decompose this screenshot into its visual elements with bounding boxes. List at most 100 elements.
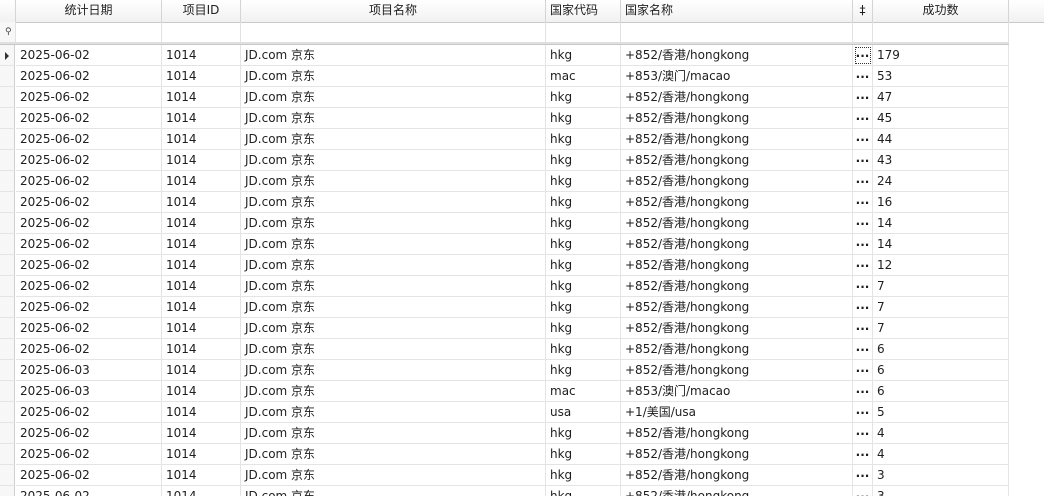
cell-country-name[interactable]: +852/香港/hongkong (621, 444, 853, 465)
row-indicator[interactable] (0, 402, 15, 423)
row-indicator[interactable] (0, 192, 15, 213)
cell-country-name[interactable]: +852/香港/hongkong (621, 129, 853, 150)
cell-success-count[interactable]: 6 (873, 339, 1009, 360)
cell-country-name[interactable]: +852/香港/hongkong (621, 108, 853, 129)
column-header-country-code[interactable]: 国家代码 (546, 0, 621, 22)
table-row[interactable]: 2025-06-02 1014 JD.com 京东 hkg +852/香港/hongko… (0, 297, 1009, 318)
cell-date[interactable]: 2025-06-02 (16, 255, 162, 276)
cell-country-code[interactable]: hkg (546, 87, 621, 108)
cell-date[interactable]: 2025-06-02 (16, 402, 162, 423)
row-indicator[interactable] (0, 486, 15, 496)
cell-project-id[interactable]: 1014 (162, 444, 241, 465)
table-row[interactable]: 2025-06-03 1014 JD.com 京东 mac +853/澳门/macao.… (0, 381, 1009, 402)
cell-project-id[interactable]: 1014 (162, 381, 241, 402)
cell-project-name[interactable]: JD.com 京东 (241, 297, 546, 318)
cell-country-name[interactable]: +853/澳门/macao (621, 381, 853, 402)
cell-narrow[interactable]: ... (853, 129, 873, 150)
cell-date[interactable]: 2025-06-02 (16, 108, 162, 129)
cell-country-code[interactable]: hkg (546, 192, 621, 213)
cell-country-name[interactable]: +852/香港/hongkong (621, 87, 853, 108)
cell-country-name[interactable]: +852/香港/hongkong (621, 297, 853, 318)
row-indicator[interactable] (0, 129, 15, 150)
cell-narrow[interactable]: ... (853, 45, 873, 66)
cell-date[interactable]: 2025-06-02 (16, 465, 162, 486)
cell-country-code[interactable]: hkg (546, 360, 621, 381)
row-indicator[interactable] (0, 108, 15, 129)
cell-success-count[interactable]: 14 (873, 234, 1009, 255)
cell-project-name[interactable]: JD.com 京东 (241, 129, 546, 150)
cell-country-code[interactable]: hkg (546, 423, 621, 444)
cell-date[interactable]: 2025-06-02 (16, 171, 162, 192)
row-indicator[interactable] (0, 339, 15, 360)
cell-country-code[interactable]: mac (546, 66, 621, 87)
cell-project-name[interactable]: JD.com 京东 (241, 465, 546, 486)
cell-country-code[interactable]: hkg (546, 150, 621, 171)
table-row[interactable]: 2025-06-02 1014 JD.com 京东 hkg +852/香港/hongko… (0, 45, 1009, 66)
table-row[interactable]: 2025-06-02 1014 JD.com 京东 hkg +852/香港/hongko… (0, 465, 1009, 486)
cell-success-count[interactable]: 4 (873, 444, 1009, 465)
cell-project-name[interactable]: JD.com 京东 (241, 213, 546, 234)
cell-success-count[interactable]: 5 (873, 402, 1009, 423)
filter-cell-narrow[interactable] (853, 22, 873, 42)
table-row[interactable]: 2025-06-02 1014 JD.com 京东 hkg +852/香港/hongko… (0, 171, 1009, 192)
cell-project-id[interactable]: 1014 (162, 45, 241, 66)
cell-project-id[interactable]: 1014 (162, 87, 241, 108)
cell-narrow[interactable]: ... (853, 255, 873, 276)
column-header-project-id[interactable]: 项目ID (162, 0, 241, 22)
cell-success-count[interactable]: 6 (873, 360, 1009, 381)
cell-country-name[interactable]: +852/香港/hongkong (621, 171, 853, 192)
cell-narrow[interactable]: ... (853, 486, 873, 496)
cell-country-code[interactable]: hkg (546, 45, 621, 66)
cell-date[interactable]: 2025-06-03 (16, 360, 162, 381)
cell-country-name[interactable]: +852/香港/hongkong (621, 255, 853, 276)
cell-country-code[interactable]: hkg (546, 339, 621, 360)
cell-country-code[interactable]: hkg (546, 129, 621, 150)
cell-country-name[interactable]: +852/香港/hongkong (621, 360, 853, 381)
cell-country-code[interactable]: hkg (546, 234, 621, 255)
row-indicator[interactable] (0, 297, 15, 318)
cell-country-name[interactable]: +852/香港/hongkong (621, 45, 853, 66)
cell-country-code[interactable]: hkg (546, 213, 621, 234)
table-row[interactable]: 2025-06-02 1014 JD.com 京东 hkg +852/香港/hongko… (0, 150, 1009, 171)
row-indicator[interactable] (0, 360, 15, 381)
cell-narrow[interactable]: ... (853, 192, 873, 213)
cell-date[interactable]: 2025-06-02 (16, 486, 162, 496)
cell-narrow[interactable]: ... (853, 213, 873, 234)
cell-success-count[interactable]: 3 (873, 486, 1009, 496)
cell-date[interactable]: 2025-06-02 (16, 150, 162, 171)
cell-project-name[interactable]: JD.com 京东 (241, 108, 546, 129)
cell-date[interactable]: 2025-06-02 (16, 66, 162, 87)
cell-project-name[interactable]: JD.com 京东 (241, 339, 546, 360)
cell-success-count[interactable]: 47 (873, 87, 1009, 108)
table-row[interactable]: 2025-06-02 1014 JD.com 京东 hkg +852/香港/hongko… (0, 276, 1009, 297)
cell-date[interactable]: 2025-06-02 (16, 234, 162, 255)
cell-narrow[interactable]: ... (853, 339, 873, 360)
cell-country-name[interactable]: +852/香港/hongkong (621, 213, 853, 234)
cell-country-name[interactable]: +1/美国/usa (621, 402, 853, 423)
cell-success-count[interactable]: 7 (873, 318, 1009, 339)
cell-country-name[interactable]: +852/香港/hongkong (621, 276, 853, 297)
cell-country-name[interactable]: +852/香港/hongkong (621, 150, 853, 171)
row-indicator[interactable] (0, 150, 15, 171)
cell-success-count[interactable]: 24 (873, 171, 1009, 192)
filter-cell-project-name[interactable] (241, 22, 546, 42)
cell-country-name[interactable]: +852/香港/hongkong (621, 486, 853, 496)
cell-country-name[interactable]: +852/香港/hongkong (621, 339, 853, 360)
cell-success-count[interactable]: 43 (873, 150, 1009, 171)
column-header-country-name[interactable]: 国家名称 (621, 0, 853, 22)
cell-success-count[interactable]: 6 (873, 381, 1009, 402)
row-indicator[interactable] (0, 444, 15, 465)
cell-success-count[interactable]: 45 (873, 108, 1009, 129)
cell-country-name[interactable]: +852/香港/hongkong (621, 465, 853, 486)
cell-project-id[interactable]: 1014 (162, 423, 241, 444)
column-header-success-count[interactable]: 成功数 (873, 0, 1009, 22)
cell-project-id[interactable]: 1014 (162, 297, 241, 318)
cell-country-code[interactable]: hkg (546, 297, 621, 318)
cell-success-count[interactable]: 12 (873, 255, 1009, 276)
cell-date[interactable]: 2025-06-02 (16, 339, 162, 360)
cell-project-id[interactable]: 1014 (162, 402, 241, 423)
cell-project-id[interactable]: 1014 (162, 339, 241, 360)
cell-project-id[interactable]: 1014 (162, 213, 241, 234)
cell-narrow[interactable]: ... (853, 318, 873, 339)
row-indicator[interactable] (0, 87, 15, 108)
